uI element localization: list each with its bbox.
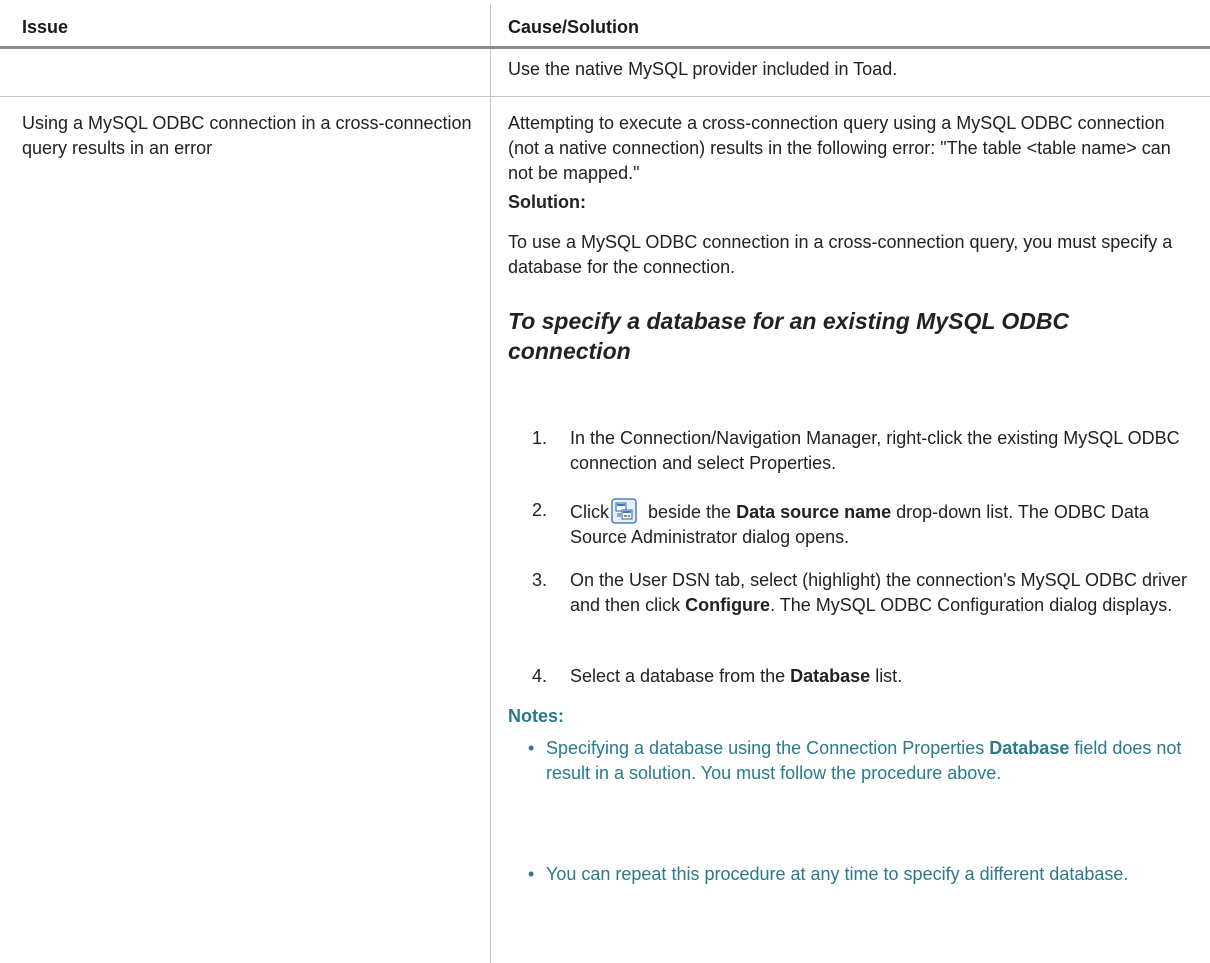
ui-term: Data source name [736,502,892,522]
row1-cause: Use the native MySQL provider included i… [508,59,898,79]
step-text: On the User DSN tab, select (highlight) … [570,568,1190,618]
step-text: Select a database from the Database list… [570,664,1190,689]
notes-label: Notes: [508,706,565,726]
step-number: 3. [532,570,548,590]
header-rule [0,46,1210,49]
bullet-icon: • [528,738,535,758]
row2-issue: Using a MySQL ODBC connection in a cross… [22,113,472,158]
table-header: Issue Cause/Solution [0,0,1210,46]
note-text: You can repeat this procedure at any tim… [546,864,1129,884]
step-number: 2. [532,500,548,520]
column-divider [490,4,491,963]
step-text-part: beside the [643,502,737,522]
step-text: Click beside the Data source name drop-d… [570,498,1190,550]
step-text-part: Click [570,502,609,522]
ui-term: Database [790,666,871,686]
document-page: Issue Cause/Solution Use the native MySQ… [0,0,1210,963]
step-number: 1. [532,428,548,448]
step-number: 4. [532,666,548,686]
solution-text: To use a MySQL ODBC connection in a cros… [508,232,1173,277]
header-cause-solution: Cause/Solution [508,17,640,37]
ui-term: Database [989,738,1070,758]
odbc-configure-icon [611,498,637,524]
solution-label: Solution: [508,192,586,212]
bullet-icon: • [528,864,535,884]
step-text-part: . The MySQL ODBC Configuration dialog di… [770,595,1173,615]
note-text: Specifying a database using the Connecti… [546,736,1186,786]
step-text: In the Connection/Navigation Manager, ri… [570,428,1180,473]
note-text-part: Specifying a database using the Connecti… [546,738,990,758]
step-text-part: Select a database from the [570,666,791,686]
row-separator [0,96,1210,97]
procedure-heading: To specify a database for an existing My… [508,308,1070,364]
header-issue: Issue [22,17,69,37]
ui-term: Configure [685,595,771,615]
row2-cause: Attempting to execute a cross-connection… [508,113,1171,183]
step-text-part: list. [870,666,903,686]
